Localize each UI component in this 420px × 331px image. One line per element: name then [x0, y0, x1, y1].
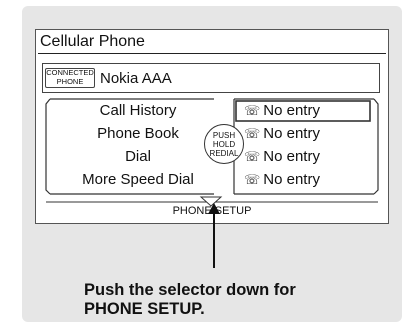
instruction-caption: Push the selector down for PHONE SETUP. — [84, 281, 296, 318]
